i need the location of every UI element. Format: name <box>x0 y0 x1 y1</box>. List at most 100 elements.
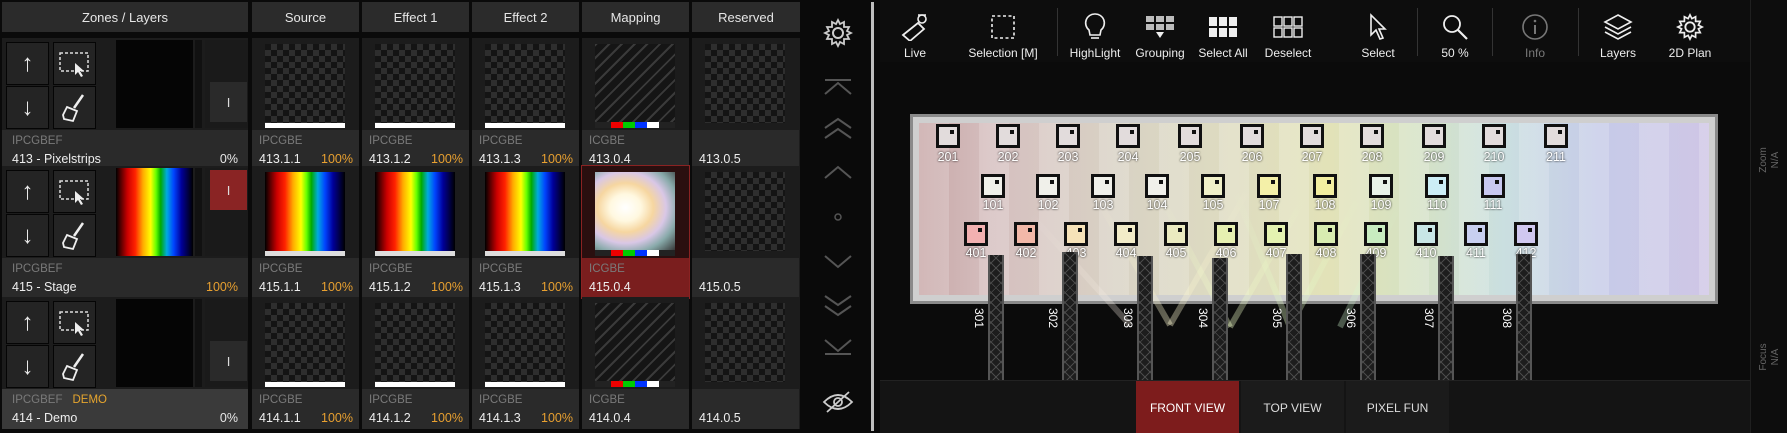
broom-icon[interactable] <box>53 214 96 257</box>
truss-tower[interactable] <box>1438 256 1454 380</box>
fixture[interactable] <box>1422 124 1446 148</box>
fixture[interactable] <box>1425 174 1449 198</box>
page-down-icon[interactable] <box>821 288 855 322</box>
truss-tower[interactable] <box>1062 252 1078 380</box>
fixture[interactable] <box>1036 174 1060 198</box>
fixture[interactable] <box>1014 222 1038 246</box>
fixture[interactable] <box>936 124 960 148</box>
select-area-icon[interactable] <box>53 301 96 344</box>
layer-cell-effect-2[interactable]: IPCGBE 413.1.3 100% <box>472 38 579 170</box>
fixture[interactable] <box>1514 222 1538 246</box>
broom-icon[interactable] <box>53 86 96 129</box>
layer-cell-reserved[interactable]: 415.0.5 <box>692 166 800 298</box>
zone-indicator[interactable]: I <box>210 341 247 381</box>
zone-row-stage[interactable]: ↑ ↓ I IPCGBEF 415 - Stage 100% <box>2 166 248 298</box>
page-up-icon[interactable] <box>821 112 855 146</box>
fixture[interactable] <box>1360 124 1384 148</box>
fixture[interactable] <box>1214 222 1238 246</box>
layer-cell-reserved[interactable]: 414.0.5 <box>692 297 800 429</box>
scroll-bottom-icon[interactable] <box>821 330 855 364</box>
truss-tower[interactable] <box>1137 256 1153 380</box>
fixture[interactable] <box>1257 174 1281 198</box>
truss-tower[interactable] <box>1286 254 1302 380</box>
highlight-button[interactable]: HighLight <box>1065 4 1125 60</box>
tab-front-view[interactable]: FRONT VIEW <box>1136 381 1239 433</box>
plan-2d-button[interactable]: 2D Plan <box>1660 4 1720 60</box>
layer-cell-effect-2[interactable]: IPCGBE 414.1.3 100% <box>472 297 579 429</box>
select-area-icon[interactable] <box>53 170 96 213</box>
front-view-canvas[interactable]: 201 202 203 204 205 206 207 208 209 210 211 101 102 1… <box>880 62 1750 380</box>
layer-cell-effect-1[interactable]: IPCGBE 413.1.2 100% <box>362 38 469 170</box>
fixture[interactable] <box>1314 222 1338 246</box>
layer-cell-effect-2[interactable]: IPCGBE 415.1.3 100% <box>472 166 579 298</box>
fixture[interactable] <box>1091 174 1115 198</box>
layer-cell-source[interactable]: IPCGBE 415.1.1 100% <box>252 166 359 298</box>
select-button[interactable]: Select <box>1348 4 1408 60</box>
layer-cell-source[interactable]: IPCGBE 413.1.1 100% <box>252 38 359 170</box>
selection-button[interactable]: Selection [M] <box>958 4 1048 60</box>
move-down-button[interactable]: ↓ <box>6 345 49 388</box>
zone-row-pixelstrips[interactable]: ↑ ↓ I IPCGBEF 413 - Pixelstrips 0% <box>2 38 248 170</box>
up-icon[interactable] <box>821 155 855 189</box>
select-area-icon[interactable] <box>53 42 96 85</box>
layer-cell-source[interactable]: IPCGBE 414.1.1 100% <box>252 297 359 429</box>
zone-row-demo[interactable]: ↑ ↓ I IPCGBEF DEMO 414 - Demo 0% <box>2 297 248 429</box>
deselect-button[interactable]: Deselect <box>1258 4 1318 60</box>
fixture[interactable] <box>1482 124 1506 148</box>
fixture[interactable] <box>1164 222 1188 246</box>
layer-cell-effect-1[interactable]: IPCGBE 414.1.2 100% <box>362 297 469 429</box>
gear-icon[interactable] <box>821 16 855 50</box>
layer-cell-reserved[interactable]: 413.0.5 <box>692 38 800 170</box>
layer-cell-mapping[interactable]: ICGBE 415.0.4 <box>581 165 690 299</box>
layers-button[interactable]: Layers <box>1588 4 1648 60</box>
tab-top-view[interactable]: TOP VIEW <box>1241 381 1344 433</box>
fixture[interactable] <box>1481 174 1505 198</box>
broom-icon[interactable] <box>53 345 96 388</box>
fixture[interactable] <box>1264 222 1288 246</box>
layer-cell-mapping[interactable]: ICGBE 413.0.4 <box>582 38 689 170</box>
down-icon[interactable] <box>821 245 855 279</box>
fixture[interactable] <box>1364 222 1388 246</box>
center-dot-icon[interactable] <box>821 200 855 234</box>
info-button[interactable]: Info <box>1505 4 1565 60</box>
fixture[interactable] <box>1369 174 1393 198</box>
fixture[interactable] <box>1313 174 1337 198</box>
layer-cell-mapping[interactable]: ICGBE 414.0.4 <box>582 297 689 429</box>
truss-tower[interactable] <box>988 255 1004 380</box>
tab-pixel-fun[interactable]: PIXEL FUN <box>1346 381 1449 433</box>
zoom-button[interactable]: 50 % <box>1425 4 1485 60</box>
grouping-button[interactable]: Grouping <box>1130 4 1190 60</box>
fixture[interactable] <box>1064 222 1088 246</box>
fixture[interactable] <box>1300 124 1324 148</box>
truss-tower[interactable] <box>1360 254 1376 380</box>
fixture[interactable] <box>1544 124 1568 148</box>
fixture[interactable] <box>1116 124 1140 148</box>
fixture[interactable] <box>1464 222 1488 246</box>
fixture[interactable] <box>964 222 988 246</box>
move-up-button[interactable]: ↑ <box>6 301 49 344</box>
hide-eye-icon[interactable] <box>821 385 855 419</box>
move-down-button[interactable]: ↓ <box>6 86 49 129</box>
scroll-top-icon[interactable] <box>821 70 855 104</box>
fixture[interactable] <box>1201 174 1225 198</box>
fixture[interactable] <box>1145 174 1169 198</box>
fixture[interactable] <box>1056 124 1080 148</box>
fixture[interactable] <box>1414 222 1438 246</box>
zone-indicator[interactable]: I <box>210 82 247 122</box>
zone-indicator[interactable]: I <box>210 170 247 210</box>
fixture[interactable] <box>1114 222 1138 246</box>
fixture[interactable] <box>1240 124 1264 148</box>
select-all-button[interactable]: Select All <box>1193 4 1253 60</box>
live-button[interactable]: Live <box>890 4 940 60</box>
layer-id: 414.0.4 <box>589 411 631 425</box>
layer-cell-effect-1[interactable]: IPCGBE 415.1.2 100% <box>362 166 469 298</box>
truss-tower[interactable] <box>1212 258 1228 380</box>
fixture[interactable] <box>981 174 1005 198</box>
truss-tower[interactable] <box>1516 254 1532 380</box>
move-up-button[interactable]: ↑ <box>6 170 49 213</box>
move-down-button[interactable]: ↓ <box>6 214 49 257</box>
move-up-button[interactable]: ↑ <box>6 42 49 85</box>
panel-divider[interactable] <box>871 2 874 431</box>
fixture[interactable] <box>996 124 1020 148</box>
fixture[interactable] <box>1178 124 1202 148</box>
